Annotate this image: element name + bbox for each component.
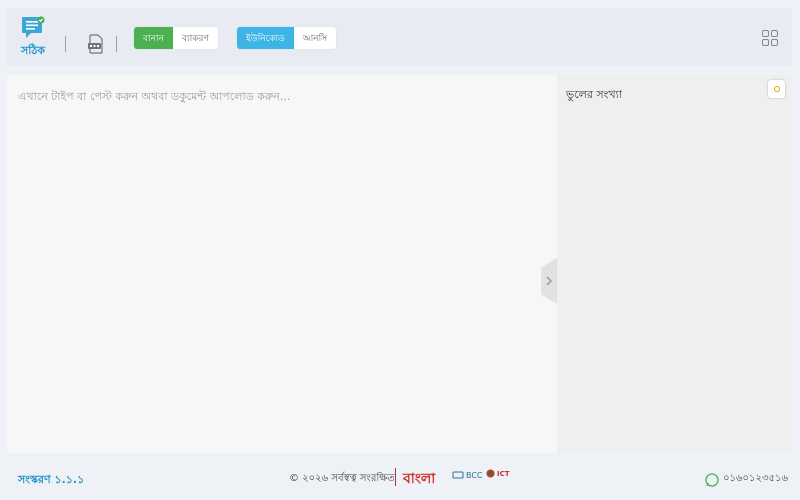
bcc-label: BCC <box>466 471 483 480</box>
phone-number: ০১৬০১২৩৫১৬ <box>723 473 788 484</box>
version-label: সংস্করণ ১.১.১ <box>18 473 85 486</box>
text-editor[interactable]: এখানে টাইপ বা পেস্ট করুন অথবা ডকুমেন্ট আ… <box>7 75 557 453</box>
error-count-title: ভুলের সংখ্যা <box>566 88 622 101</box>
unicode-button[interactable]: ইউনিকোড <box>237 27 294 49</box>
app-header: সঠিক বানান ব্যাকরণ ইউনিকোড আনসি <box>7 8 792 66</box>
mode-toggle: বানান ব্যাকরণ <box>134 27 218 49</box>
bcc-logo[interactable]: BCC <box>452 471 483 480</box>
footer: সংস্করণ ১.১.১ © ২০২৬ সর্বস্বত্ব সংরক্ষিত… <box>0 460 800 496</box>
ansi-button[interactable]: আনসি <box>293 27 337 49</box>
whatsapp-icon <box>705 472 719 487</box>
bcc-icon <box>452 471 464 479</box>
ict-logo[interactable]: ICT <box>486 469 510 478</box>
upload-document-icon[interactable] <box>87 34 105 54</box>
app-logo[interactable]: সঠিক <box>18 16 48 62</box>
editor-placeholder: এখানে টাইপ বা পেস্ট করুন অথবা ডকুমেন্ট আ… <box>18 90 291 103</box>
copyright-text: © ২০২৬ সর্বস্বত্ব সংরক্ষিত <box>289 473 395 484</box>
logo-label: সঠিক <box>21 44 45 57</box>
document-check-icon <box>20 16 46 40</box>
encoding-toggle: ইউনিকোড আনসি <box>237 27 337 49</box>
bangla-logo[interactable]: বাংলা <box>403 467 435 491</box>
divider <box>65 36 66 52</box>
collapse-panel-button[interactable] <box>540 258 557 304</box>
ict-icon <box>486 469 495 478</box>
apps-grid-icon[interactable] <box>762 30 778 46</box>
spelling-button[interactable]: বানান <box>134 27 173 49</box>
circle-icon <box>773 86 780 92</box>
error-panel: ভুলের সংখ্যা <box>557 75 792 453</box>
contact-phone[interactable]: ০১৬০১২৩৫১৬ <box>705 471 788 488</box>
grammar-button[interactable]: ব্যাকরণ <box>172 27 218 49</box>
error-count-badge <box>768 80 785 98</box>
divider <box>116 36 117 52</box>
divider <box>395 468 396 486</box>
ict-label: ICT <box>497 469 510 478</box>
